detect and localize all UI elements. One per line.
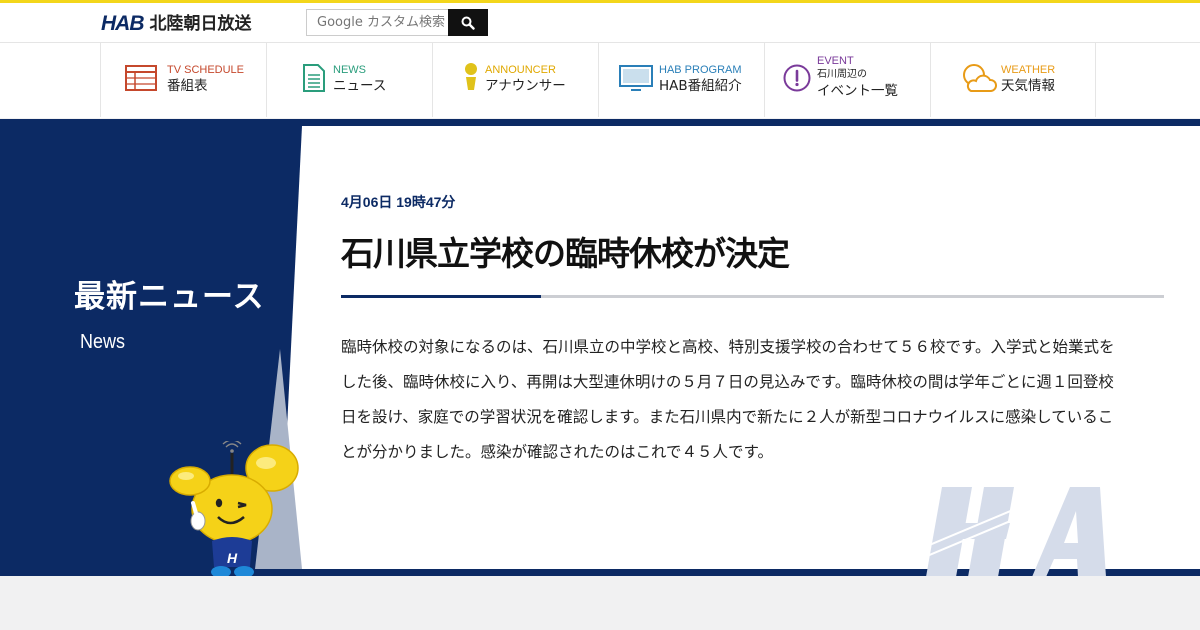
tv-monitor-icon	[619, 65, 653, 91]
top-bar: HAB 北陸朝日放送	[0, 0, 1200, 42]
nav-item-news[interactable]: NEWS ニュース	[266, 43, 432, 117]
article-body: 臨時休校の対象になるのは、石川県立の中学校と高校、特別支援学校の合わせて５６校で…	[341, 338, 1115, 461]
search-box	[306, 9, 488, 36]
logo-mark: HAB	[101, 12, 144, 35]
news-icon	[303, 64, 325, 92]
hab-mascot: H	[169, 441, 299, 576]
nav-label-jp: HAB番組紹介	[659, 78, 742, 94]
nav-item-weather[interactable]: WEATHER 天気情報	[930, 43, 1096, 117]
nav-label-jp: アナウンサー	[485, 78, 566, 94]
nav-label-en: HAB PROGRAM	[659, 64, 742, 76]
hab-watermark-logo	[920, 487, 1106, 576]
weather-icon	[963, 64, 997, 92]
nav-item-announcer[interactable]: ANNOUNCER アナウンサー	[432, 43, 598, 117]
section-subtitle: News	[80, 331, 126, 353]
site-logo[interactable]: HAB 北陸朝日放送	[101, 13, 252, 35]
nav-label-jp: ニュース	[333, 78, 387, 94]
nav-item-tv-schedule[interactable]: TV SCHEDULE 番組表	[100, 43, 266, 117]
search-input[interactable]	[306, 9, 448, 36]
nav-item-hab-program[interactable]: HAB PROGRAM HAB番組紹介	[598, 43, 764, 117]
nav-label-sub: 石川周辺の	[817, 69, 867, 80]
svg-text:H: H	[227, 550, 238, 566]
nav-label-en: EVENT	[817, 55, 854, 67]
nav-label-en: NEWS	[333, 64, 366, 76]
nav-label-jp: イベント一覧	[817, 83, 898, 99]
nav-label-en: ANNOUNCER	[485, 64, 556, 76]
title-divider-accent	[341, 295, 541, 298]
logo-name: 北陸朝日放送	[149, 14, 252, 34]
search-button[interactable]	[448, 9, 488, 36]
tv-schedule-icon	[125, 65, 157, 91]
article-date: 4月06日 19時47分	[341, 194, 456, 210]
section-title: 最新ニュース	[74, 279, 265, 315]
exclamation-icon	[783, 64, 811, 92]
nav-label-en: WEATHER	[1001, 64, 1056, 76]
nav-label-en: TV SCHEDULE	[167, 64, 245, 76]
nav-item-event[interactable]: EVENT 石川周辺の イベント一覧	[764, 43, 930, 117]
main-nav: TV SCHEDULE 番組表 NEWS ニュース ANNOUNCER アナウン…	[0, 42, 1200, 118]
nav-label-jp: 番組表	[167, 78, 208, 94]
announcer-icon	[465, 63, 477, 90]
nav-label-jp: 天気情報	[1001, 78, 1055, 94]
article-title: 石川県立学校の臨時休校が決定	[341, 234, 790, 273]
search-icon	[461, 16, 475, 30]
news-hero: 最新ニュース News H 4月06日 19時47分 石川県立学校の臨時休校が決…	[0, 119, 1200, 576]
